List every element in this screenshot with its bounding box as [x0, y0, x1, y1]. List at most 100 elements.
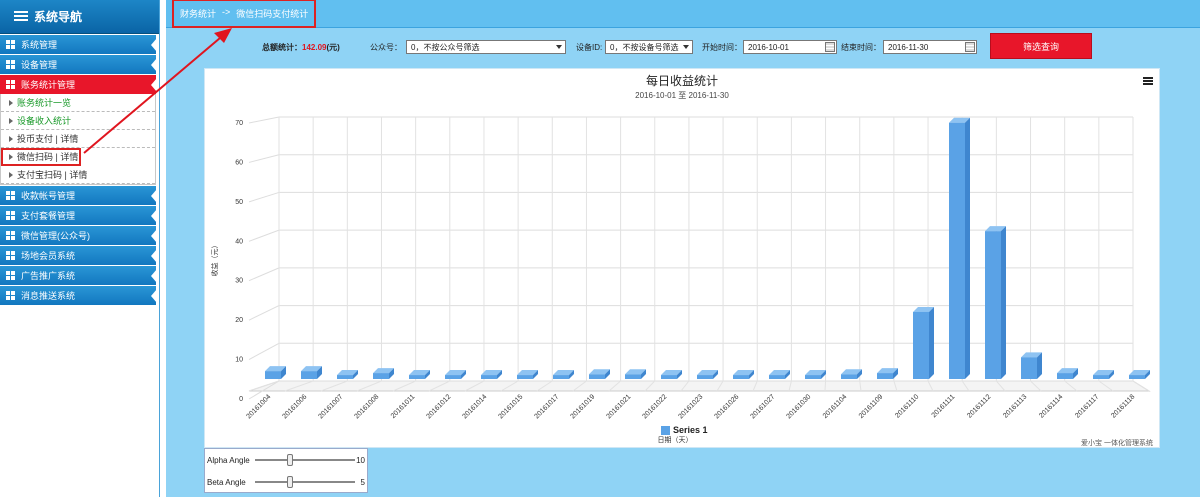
- bar: [985, 231, 1001, 379]
- legend-label: Series 1: [673, 425, 708, 435]
- beta-angle-value: 5: [360, 477, 365, 487]
- y-tick-label: 70: [235, 120, 243, 127]
- x-tick-label: 20161113: [1002, 393, 1028, 419]
- calendar-icon[interactable]: [965, 42, 975, 52]
- bar: [337, 375, 353, 379]
- chart-floor: [248, 380, 1151, 392]
- grid-icon: [6, 80, 15, 89]
- filter-query-button[interactable]: 筛选查询: [990, 33, 1092, 59]
- chart-legend[interactable]: Series 1: [661, 425, 708, 435]
- x-tick-label: 20161006: [281, 393, 308, 420]
- sidebar-title-label: 系统导航: [34, 10, 83, 24]
- bar: [805, 375, 821, 379]
- grid-line-side: [248, 267, 280, 282]
- end-label: 结束时间：: [841, 42, 881, 52]
- bar: [1093, 375, 1109, 379]
- chevron-left-icon: [151, 189, 157, 203]
- breadcrumb-root[interactable]: 财务统计: [180, 7, 216, 20]
- beta-slider-handle[interactable]: [287, 476, 293, 488]
- sidebar-item-accounts[interactable]: 收款帐号管理: [0, 186, 157, 205]
- chevron-left-icon: [151, 289, 157, 303]
- grid-line-side: [248, 116, 280, 124]
- bar: [553, 375, 569, 379]
- bar: [301, 371, 317, 379]
- sidebar-item-label: 设备管理: [21, 60, 58, 70]
- y-axis-label: 收益（元）: [210, 242, 219, 277]
- chevron-left-icon: [151, 249, 157, 263]
- bar: [265, 371, 281, 379]
- chevron-left-icon: [151, 58, 157, 72]
- x-tick-label: 20161109: [858, 393, 885, 420]
- device-select-value: 0，不按设备号筛选: [610, 42, 679, 52]
- submenu-alipay-scan[interactable]: 支付宝扫码 | 详情: [1, 166, 155, 184]
- sidebar-item-push[interactable]: 消息推送系统: [0, 286, 157, 305]
- chart-title: 每日收益统计: [645, 74, 718, 88]
- sidebar-item-system[interactable]: 系统管理: [0, 35, 157, 54]
- chevron-left-icon: [151, 269, 157, 283]
- device-select[interactable]: 0，不按设备号筛选: [605, 40, 693, 54]
- x-tick-label: 20161026: [713, 393, 740, 420]
- caret-right-icon: [9, 117, 13, 124]
- submenu-device-income[interactable]: 设备收入统计: [1, 112, 155, 130]
- beta-angle-row: Beta Angle 5: [205, 471, 367, 493]
- bar: [589, 374, 605, 379]
- account-select[interactable]: 0，不按公众号筛选: [406, 40, 566, 54]
- submenu-wechat-scan[interactable]: 微信扫码 | 详情: [1, 148, 81, 166]
- caret-right-icon: [9, 135, 13, 142]
- y-tick-label: 0: [239, 396, 243, 403]
- submenu-label: 设备收入统计: [17, 116, 72, 126]
- x-axis-label: 日期（天）: [658, 436, 693, 444]
- x-tick-label: 20161019: [569, 393, 596, 420]
- alpha-angle-row: Alpha Angle 10: [205, 449, 367, 471]
- menu-icon[interactable]: [1143, 77, 1153, 86]
- grid-icon: [6, 291, 15, 300]
- chevron-down-icon: [683, 45, 689, 49]
- sidebar-item-label: 收款帐号管理: [21, 191, 76, 201]
- sidebar-item-members[interactable]: 场地会员系统: [0, 246, 157, 265]
- sidebar-item-ads[interactable]: 广告推广系统: [0, 266, 157, 285]
- sidebar-item-wechat[interactable]: 微信管理(公众号): [0, 226, 157, 245]
- total-unit: (元): [326, 42, 340, 52]
- x-tick-label: 20161011: [390, 393, 417, 420]
- y-tick-label: 30: [235, 278, 243, 285]
- calendar-icon[interactable]: [825, 42, 835, 52]
- x-tick-label: 20161008: [353, 393, 380, 420]
- grid-icon: [6, 60, 15, 69]
- breadcrumb: 财务统计 -> 微信扫码支付统计: [166, 0, 1200, 28]
- bar: [481, 375, 497, 379]
- start-date-input[interactable]: 2016-10-01: [743, 40, 837, 54]
- y-tick-label: 40: [235, 238, 243, 245]
- x-tick-label: 20161007: [317, 393, 344, 420]
- sidebar-item-device[interactable]: 设备管理: [0, 55, 157, 74]
- bar: [1057, 373, 1073, 379]
- x-tick-label: 20161110: [894, 393, 920, 419]
- x-tick-label: 20161022: [641, 393, 668, 420]
- alpha-angle-slider[interactable]: [255, 459, 355, 461]
- device-label: 设备ID:: [576, 42, 603, 52]
- bar: [625, 374, 641, 379]
- finance-submenu: 账务统计一览 设备收入统计 投币支付 | 详情 微信扫码 | 详情 支付宝扫码 …: [0, 94, 156, 185]
- bar: [913, 311, 929, 379]
- sidebar-item-packages[interactable]: 支付套餐管理: [0, 206, 157, 225]
- x-tick-label: 20161114: [1038, 393, 1064, 419]
- submenu-finance-overview[interactable]: 账务统计一览: [1, 94, 155, 112]
- sidebar-item-label: 场地会员系统: [21, 251, 76, 261]
- grid-icon: [6, 251, 15, 260]
- chevron-left-icon: [151, 78, 157, 92]
- breadcrumb-box: 财务统计 -> 微信扫码支付统计: [172, 0, 317, 28]
- sidebar-item-finance[interactable]: 账务统计管理: [0, 75, 157, 94]
- grid-icon: [6, 231, 15, 240]
- beta-angle-slider[interactable]: [255, 481, 355, 483]
- x-tick-label: 20161012: [425, 393, 452, 420]
- grid-icon: [6, 40, 15, 49]
- submenu-coin-pay[interactable]: 投币支付 | 详情: [1, 130, 155, 148]
- grid-line-side: [248, 342, 280, 361]
- bar-side: [965, 117, 970, 379]
- x-tick-label: 20161112: [966, 393, 992, 419]
- alpha-angle-value: 10: [356, 455, 365, 465]
- y-tick-label: 20: [235, 317, 243, 324]
- grid-line-side: [248, 305, 280, 321]
- end-date-input[interactable]: 2016-11-30: [883, 40, 977, 54]
- alpha-slider-handle[interactable]: [287, 454, 293, 466]
- x-tick-label: 20161117: [1074, 393, 1100, 419]
